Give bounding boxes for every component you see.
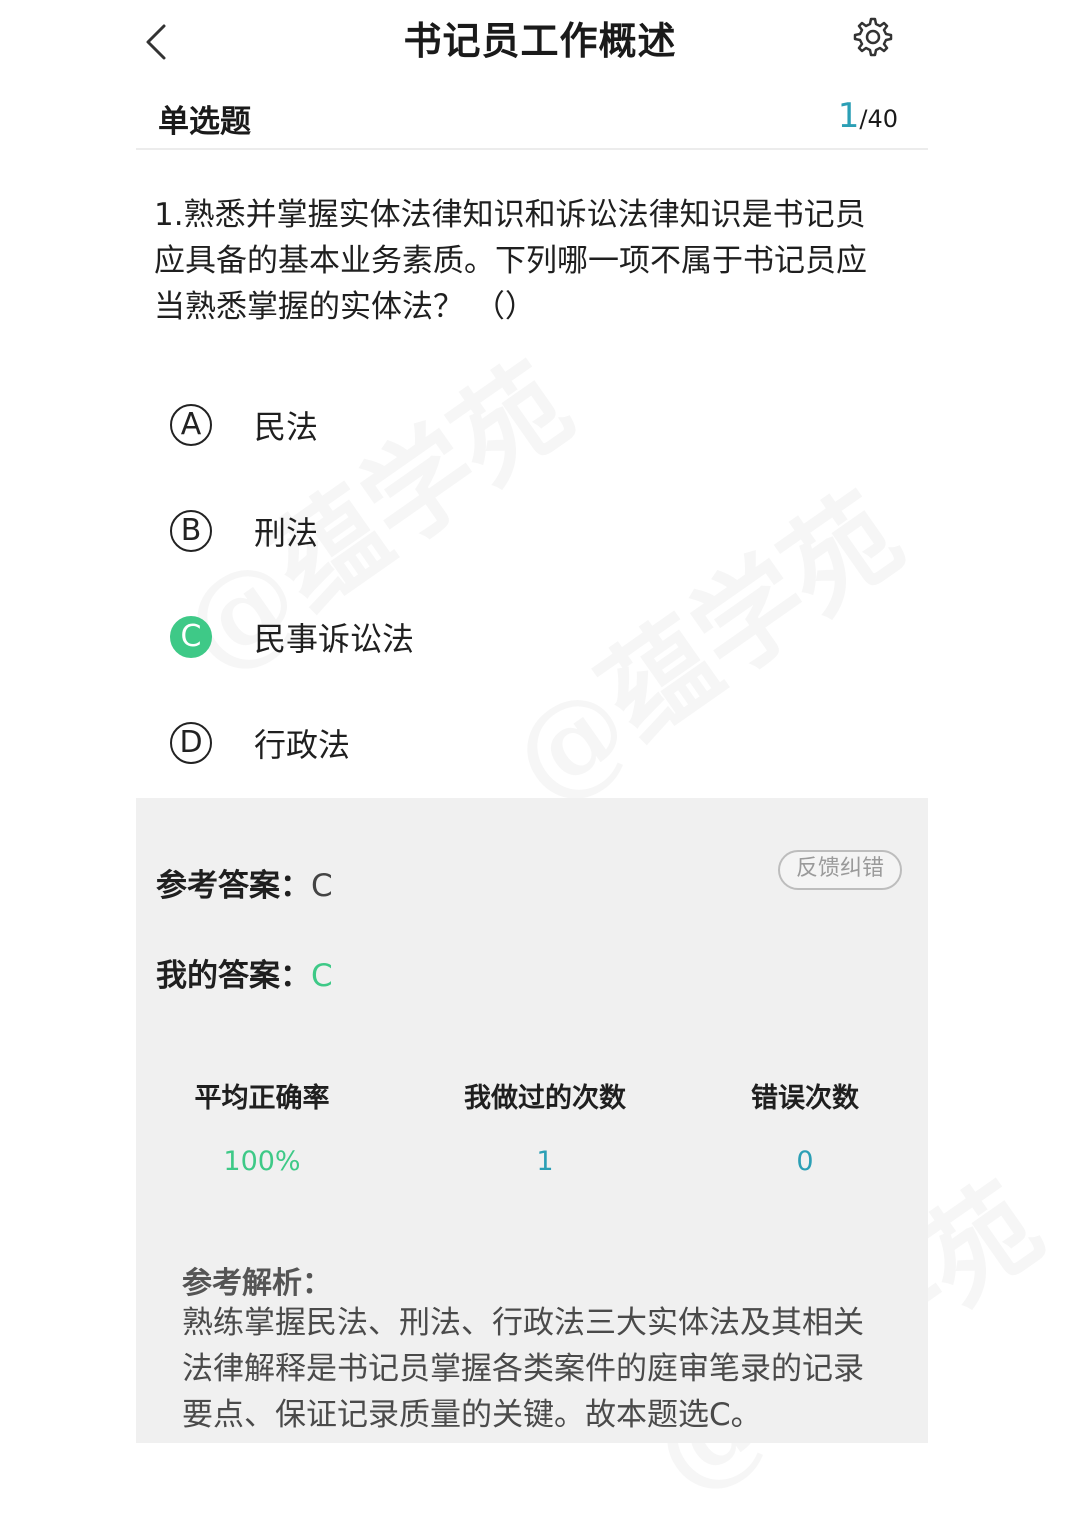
explanation-heading: 参考解析： — [182, 1266, 332, 1301]
question-progress: 1/40 — [838, 96, 898, 136]
feedback-button[interactable]: 反馈纠错 — [777, 850, 902, 890]
reference-answer: 参考答案：C — [156, 860, 333, 905]
divider — [136, 148, 928, 150]
option-d[interactable]: D 行政法 — [170, 716, 870, 776]
option-letter: A — [170, 404, 212, 446]
option-c[interactable]: C 民事诉讼法 — [170, 610, 870, 670]
settings-button[interactable] — [852, 16, 894, 58]
quiz-screen: @蕴学苑 @蕴学苑 @蕴学苑 @蕴学苑 书记员工作概述 单选题 1/40 1.熟… — [0, 0, 1080, 1443]
option-label: 刑法 — [254, 514, 319, 552]
option-label: 民法 — [254, 408, 319, 446]
gear-icon — [853, 17, 893, 57]
option-letter: D — [170, 722, 212, 764]
reference-answer-value: C — [311, 868, 333, 904]
reference-answer-label: 参考答案： — [156, 868, 311, 904]
option-label: 行政法 — [254, 726, 351, 764]
page-title: 书记员工作概述 — [403, 19, 677, 63]
my-answer-value: C — [311, 958, 333, 994]
stat-attempts-label: 我做过的次数 — [464, 1083, 626, 1114]
question-text: 1.熟悉并掌握实体法律知识和诉讼法律知识是书记员应具备的基本业务素质。下列哪一项… — [154, 197, 867, 325]
answer-panel: 参考答案：C 反馈纠错 我的答案：C 平均正确率 100% 我做过的次数 1 错… — [136, 798, 928, 1443]
option-b[interactable]: B 刑法 — [170, 504, 870, 564]
progress-current: 1 — [837, 96, 860, 136]
option-label: 民事诉讼法 — [254, 620, 415, 658]
question-type: 单选题 — [158, 104, 251, 140]
option-a[interactable]: A 民法 — [170, 398, 870, 458]
stat-errors-label: 错误次数 — [751, 1083, 859, 1114]
stat-accuracy-label: 平均正确率 — [194, 1083, 330, 1114]
explanation-text: 熟练掌握民法、刑法、行政法三大实体法及其相关法律解释是书记员掌握各类案件的庭审笔… — [182, 1305, 864, 1433]
stat-attempts-value: 1 — [536, 1146, 554, 1177]
stat-errors-value: 0 — [796, 1146, 814, 1177]
option-letter: B — [170, 510, 212, 552]
my-answer-label: 我的答案： — [156, 958, 311, 994]
progress-total: /40 — [859, 105, 898, 133]
option-letter-selected: C — [170, 616, 212, 658]
stat-accuracy-value: 100% — [223, 1146, 301, 1177]
my-answer: 我的答案：C — [156, 950, 333, 995]
